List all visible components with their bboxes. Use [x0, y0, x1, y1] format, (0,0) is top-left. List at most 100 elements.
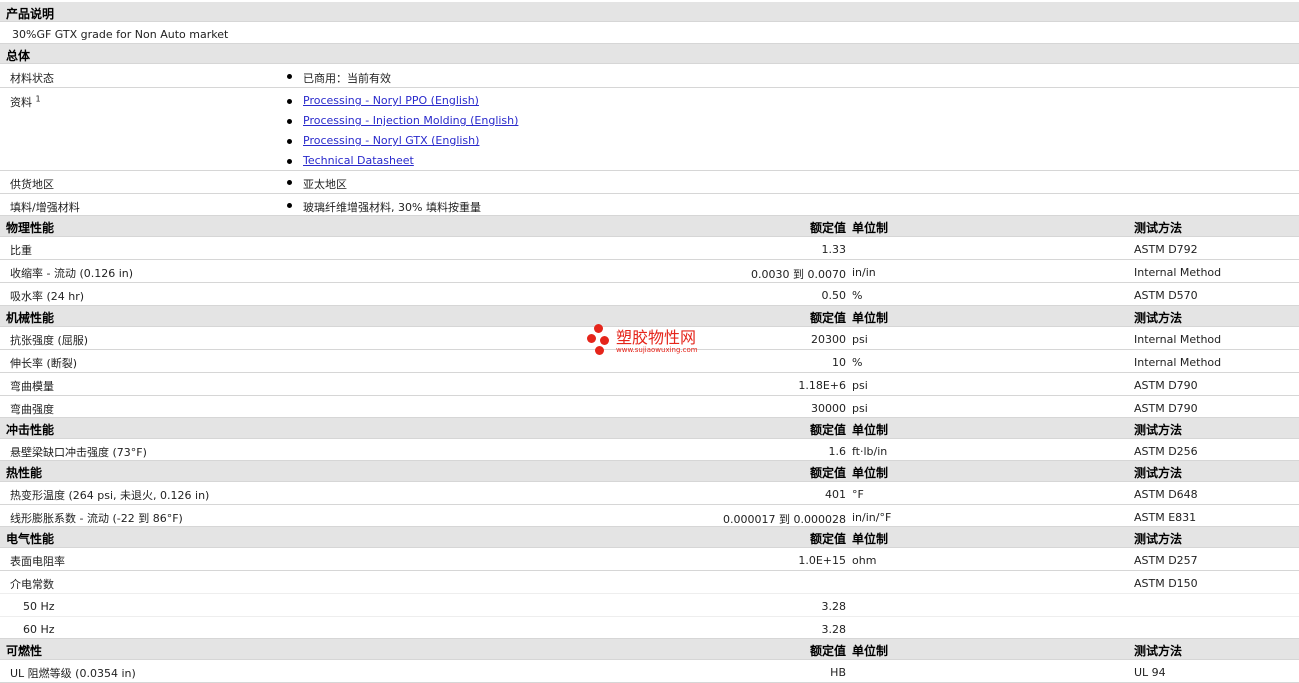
column-header-value: 额定值 [809, 644, 846, 658]
doc-link-noryl-ppo[interactable]: Processing - Noryl PPO (English) [303, 94, 479, 107]
section-header-impact: 冲击性能 额定值 单位制 测试方法 [0, 418, 1299, 439]
test-method: ASTM D790 [1134, 379, 1198, 392]
logo-dot-icon [600, 336, 609, 345]
table-row: 悬壁梁缺口冲击强度 (73°F) 1.6 ft·lb/in ASTM D256 [0, 439, 1299, 461]
frequency-label: 50 Hz [23, 600, 55, 613]
column-header-unit: 单位制 [852, 644, 889, 658]
table-row: 吸水率 (24 hr) 0.50 % ASTM D570 [0, 283, 1299, 306]
table-row: 表面电阻率 1.0E+15 ohm ASTM D257 [0, 548, 1299, 571]
section-title: 可燃性 [6, 644, 43, 658]
property-unit: % [852, 289, 863, 302]
property-value: HB [830, 666, 846, 679]
column-header-test: 测试方法 [1134, 221, 1183, 235]
supply-region-label: 供货地区 [10, 178, 54, 191]
section-header-thermal: 热性能 额定值 单位制 测试方法 [0, 461, 1299, 482]
section-title: 物理性能 [6, 221, 55, 235]
section-header-physical: 物理性能 额定值 单位制 测试方法 [0, 216, 1299, 237]
test-method: ASTM D790 [1134, 402, 1198, 415]
column-header-test: 测试方法 [1134, 466, 1183, 480]
table-row: 介电常数 ASTM D150 [0, 571, 1299, 594]
table-row: 弯曲强度 30000 psi ASTM D790 [0, 396, 1299, 418]
column-header-test: 测试方法 [1134, 644, 1183, 658]
property-value: 20300 [811, 333, 846, 346]
table-row: UL 阻燃等级 (0.0354 in) HB UL 94 [0, 660, 1299, 683]
material-status-label: 材料状态 [10, 72, 54, 85]
section-title: 产品说明 [6, 7, 55, 21]
table-row: 热变形温度 (264 psi, 未退火, 0.126 in) 401 °F AS… [0, 482, 1299, 505]
product-description: 30%GF GTX grade for Non Auto market [12, 28, 229, 41]
table-row: 比重 1.33 ASTM D792 [0, 237, 1299, 260]
doc-link-noryl-gtx[interactable]: Processing - Noryl GTX (English) [303, 134, 479, 147]
property-label: 吸水率 (24 hr) [10, 290, 85, 303]
section-title: 机械性能 [6, 311, 55, 325]
property-value: 10 [832, 356, 846, 369]
doc-link-injection-molding[interactable]: Processing - Injection Molding (English) [303, 114, 518, 127]
property-label: 介电常数 [10, 578, 54, 591]
test-method: ASTM E831 [1134, 511, 1197, 524]
watermark-title: 塑胶物性网 [616, 328, 697, 347]
test-method: ASTM D792 [1134, 243, 1198, 256]
logo-dot-icon [594, 324, 603, 333]
supply-region-row: 供货地区 亚太地区 [0, 171, 1299, 194]
test-method: Internal Method [1134, 356, 1222, 369]
property-label: 抗张强度 (屈服) [10, 334, 89, 347]
column-header-value: 额定值 [809, 221, 846, 235]
property-value: 1.18E+6 [798, 379, 846, 392]
footnote-marker: 1 [35, 94, 41, 104]
property-label: 热变形温度 (264 psi, 未退火, 0.126 in) [10, 489, 210, 502]
material-status-row: 材料状态 已商用：当前有效 [0, 64, 1299, 88]
property-value: 401 [825, 488, 846, 501]
property-label: 弯曲强度 [10, 403, 54, 416]
test-method: ASTM D648 [1134, 488, 1198, 501]
section-header-general: 总体 [0, 44, 1299, 64]
property-unit: ft·lb/in [852, 445, 888, 458]
documents-label: 资料 1 [10, 94, 41, 110]
column-header-test: 测试方法 [1134, 532, 1183, 546]
property-label: 悬壁梁缺口冲击强度 (73°F) [10, 446, 147, 459]
property-unit: in/in/°F [852, 511, 892, 524]
property-value: 0.0030 到 0.0070 [751, 268, 846, 281]
test-method: ASTM D570 [1134, 289, 1198, 302]
property-label: 收缩率 - 流动 (0.126 in) [10, 267, 134, 280]
property-label: UL 阻燃等级 (0.0354 in) [10, 667, 136, 680]
section-title: 热性能 [6, 466, 43, 480]
property-unit: ohm [852, 554, 877, 567]
test-method: Internal Method [1134, 333, 1222, 346]
property-value: 3.28 [821, 623, 847, 636]
column-header-value: 额定值 [809, 532, 846, 546]
documents-row: 资料 1 Processing - Noryl PPO (English) Pr… [0, 88, 1299, 171]
test-method: ASTM D256 [1134, 445, 1198, 458]
property-label: 线形膨胀系数 - 流动 (-22 到 86°F) [10, 512, 183, 525]
section-header-electrical: 电气性能 额定值 单位制 测试方法 [0, 527, 1299, 548]
property-unit: °F [852, 488, 864, 501]
table-row: 线形膨胀系数 - 流动 (-22 到 86°F) 0.000017 到 0.00… [0, 505, 1299, 527]
table-row: 收缩率 - 流动 (0.126 in) 0.0030 到 0.0070 in/i… [0, 260, 1299, 283]
column-header-unit: 单位制 [852, 466, 889, 480]
property-value: 0.000017 到 0.000028 [723, 513, 846, 526]
property-unit: % [852, 356, 863, 369]
column-header-unit: 单位制 [852, 311, 889, 325]
material-status-value: 已商用：当前有效 [303, 72, 391, 85]
filler-label: 填料/增强材料 [10, 201, 80, 214]
column-header-unit: 单位制 [852, 423, 889, 437]
column-header-unit: 单位制 [852, 221, 889, 235]
logo-dot-icon [595, 346, 604, 355]
property-label: 伸长率 (断裂) [10, 357, 78, 370]
property-value: 0.50 [821, 289, 847, 302]
column-header-value: 额定值 [809, 466, 846, 480]
property-unit: psi [852, 333, 868, 346]
filler-row: 填料/增强材料 玻璃纤维增强材料, 30% 填料按重量 [0, 194, 1299, 216]
column-header-unit: 单位制 [852, 532, 889, 546]
logo-dot-icon [587, 334, 596, 343]
filler-value: 玻璃纤维增强材料, 30% 填料按重量 [303, 201, 481, 214]
product-description-row: 30%GF GTX grade for Non Auto market [0, 22, 1299, 44]
table-row: 弯曲模量 1.18E+6 psi ASTM D790 [0, 373, 1299, 396]
doc-link-technical-datasheet[interactable]: Technical Datasheet [303, 154, 414, 167]
property-label: 表面电阻率 [10, 555, 65, 568]
watermark-url: www.sujiaowuxing.com [616, 346, 698, 354]
frequency-label: 60 Hz [23, 623, 55, 636]
column-header-value: 额定值 [809, 311, 846, 325]
property-unit: in/in [852, 266, 876, 279]
section-title: 总体 [6, 49, 31, 63]
property-value: 1.6 [828, 445, 847, 458]
